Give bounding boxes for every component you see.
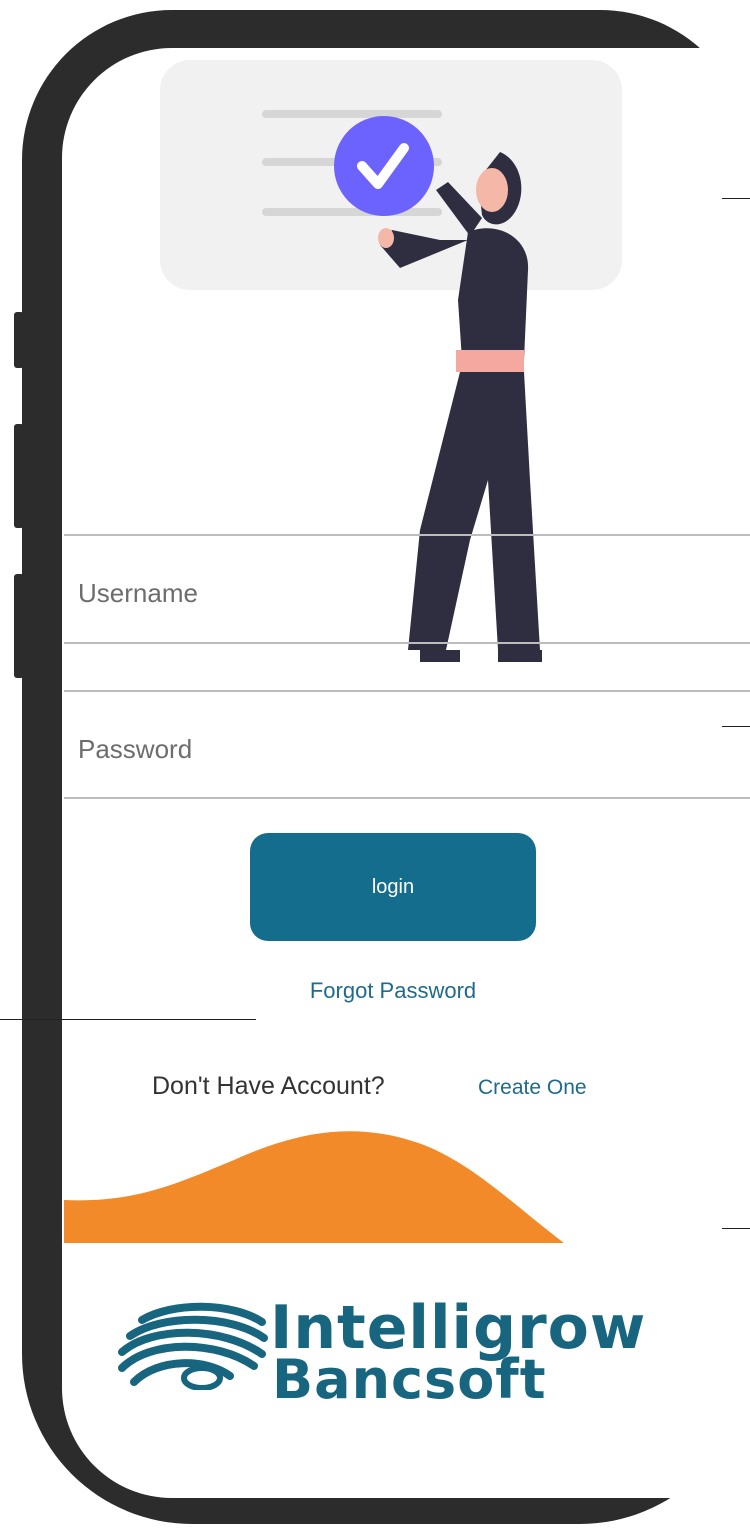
create-account-link[interactable]: Create One bbox=[478, 1076, 587, 1100]
callout-line bbox=[722, 726, 750, 727]
bancsoft-logo-icon bbox=[118, 1302, 268, 1390]
decorative-wave bbox=[64, 1131, 564, 1243]
login-button[interactable]: login bbox=[250, 833, 536, 941]
callout-line bbox=[722, 1228, 750, 1229]
username-top-border bbox=[64, 534, 750, 536]
password-top-border bbox=[64, 690, 750, 692]
password-input[interactable]: Password bbox=[78, 734, 192, 765]
password-bottom-border bbox=[64, 797, 750, 799]
username-bottom-border bbox=[64, 642, 750, 644]
username-input[interactable]: Username bbox=[78, 578, 198, 609]
forgot-password-link[interactable]: Forgot Password bbox=[250, 978, 536, 1004]
check-badge-icon bbox=[334, 116, 434, 216]
callout-line bbox=[0, 1019, 256, 1020]
brand-name-line2: Bancsoft bbox=[272, 1348, 547, 1411]
callout-line bbox=[722, 198, 750, 199]
no-account-text: Don't Have Account? bbox=[152, 1072, 385, 1100]
